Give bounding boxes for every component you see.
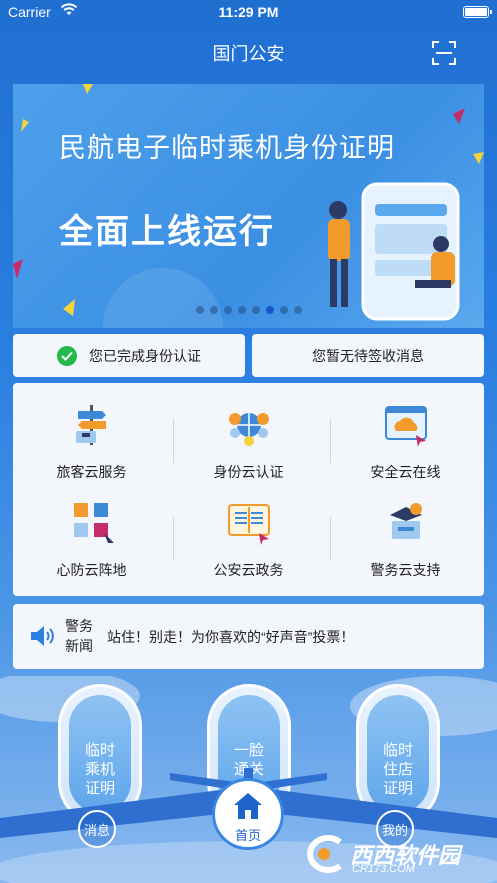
service-label: 安全云在线: [370, 464, 441, 480]
signpost-icon: [75, 405, 106, 445]
service-identity-cloud[interactable]: 身份云认证: [170, 401, 327, 482]
news-headline[interactable]: 站住！别走！为你喜欢的“好声音”投票！: [107, 627, 354, 647]
speaker-icon: [31, 626, 54, 646]
banner-headline: 民航电子临时乘机身份证明: [59, 133, 395, 163]
service-label: 身份云认证: [213, 464, 284, 480]
open-book-icon: [227, 504, 270, 545]
police-news[interactable]: 警务新闻 站住！别走！为你喜欢的“好声音”投票！: [13, 604, 484, 669]
identity-globe-icon: [228, 413, 269, 446]
message-status-label: 您暂无待签收消息: [312, 347, 424, 364]
service-traveler-cloud[interactable]: 旅客云服务: [13, 401, 170, 482]
service-mind-defense[interactable]: 心防云阵地: [13, 499, 170, 580]
pager-dot[interactable]: [223, 306, 232, 314]
identity-status[interactable]: 您已完成身份认证: [13, 334, 245, 377]
banner-pager[interactable]: [13, 301, 484, 319]
promo-banner[interactable]: 民航电子临时乘机身份证明 全面上线运行: [13, 84, 484, 328]
tab-messages-label: 消息: [83, 822, 110, 838]
page-title: 国门公安: [212, 44, 285, 64]
watermark-logo: [307, 835, 342, 873]
pager-dot[interactable]: [237, 306, 246, 314]
pager-dot[interactable]: [195, 306, 204, 314]
clock: 11:29 PM: [218, 4, 279, 20]
pager-dot[interactable]: [209, 306, 218, 314]
status-bar: Carrier 11:29 PM: [0, 0, 497, 26]
message-status[interactable]: 您暂无待签收消息: [252, 334, 484, 377]
service-label: 旅客云服务: [56, 464, 127, 480]
cubes-icon: [73, 503, 114, 543]
pager-dot[interactable]: [293, 306, 302, 314]
police-support-icon: [389, 503, 422, 539]
check-icon: [57, 345, 77, 366]
service-police-affairs[interactable]: 公安云政务: [170, 499, 327, 580]
tab-messages[interactable]: 消息: [78, 810, 116, 848]
service-police-support[interactable]: 警务云支持: [327, 499, 484, 580]
home-icon: [234, 793, 262, 819]
battery-icon: [463, 6, 492, 18]
site-watermark: 西西软件园 CR173.COM: [302, 832, 488, 876]
service-security-cloud[interactable]: 安全云在线: [327, 401, 484, 482]
services-panel: 旅客云服务 身份云认证 安全云在线 心防云阵地 公安云政务 警务云支持: [13, 383, 484, 596]
service-label: 公安云政务: [213, 562, 284, 578]
service-label: 警务云支持: [370, 562, 441, 578]
pager-dot[interactable]: [279, 306, 288, 314]
news-label: 警务新闻: [65, 618, 93, 654]
identity-status-label: 您已完成身份认证: [89, 347, 201, 364]
scan-icon[interactable]: [431, 40, 457, 66]
tab-home-label: 首页: [234, 828, 261, 843]
service-label: 心防云阵地: [56, 562, 127, 578]
tab-home[interactable]: 首页: [212, 778, 284, 850]
watermark-site: CR173.COM: [352, 863, 415, 875]
pager-dot[interactable]: [265, 306, 274, 314]
banner-subheadline: 全面上线运行: [59, 213, 275, 251]
cloud-browser-icon: [384, 406, 427, 447]
pager-dot[interactable]: [251, 306, 260, 314]
